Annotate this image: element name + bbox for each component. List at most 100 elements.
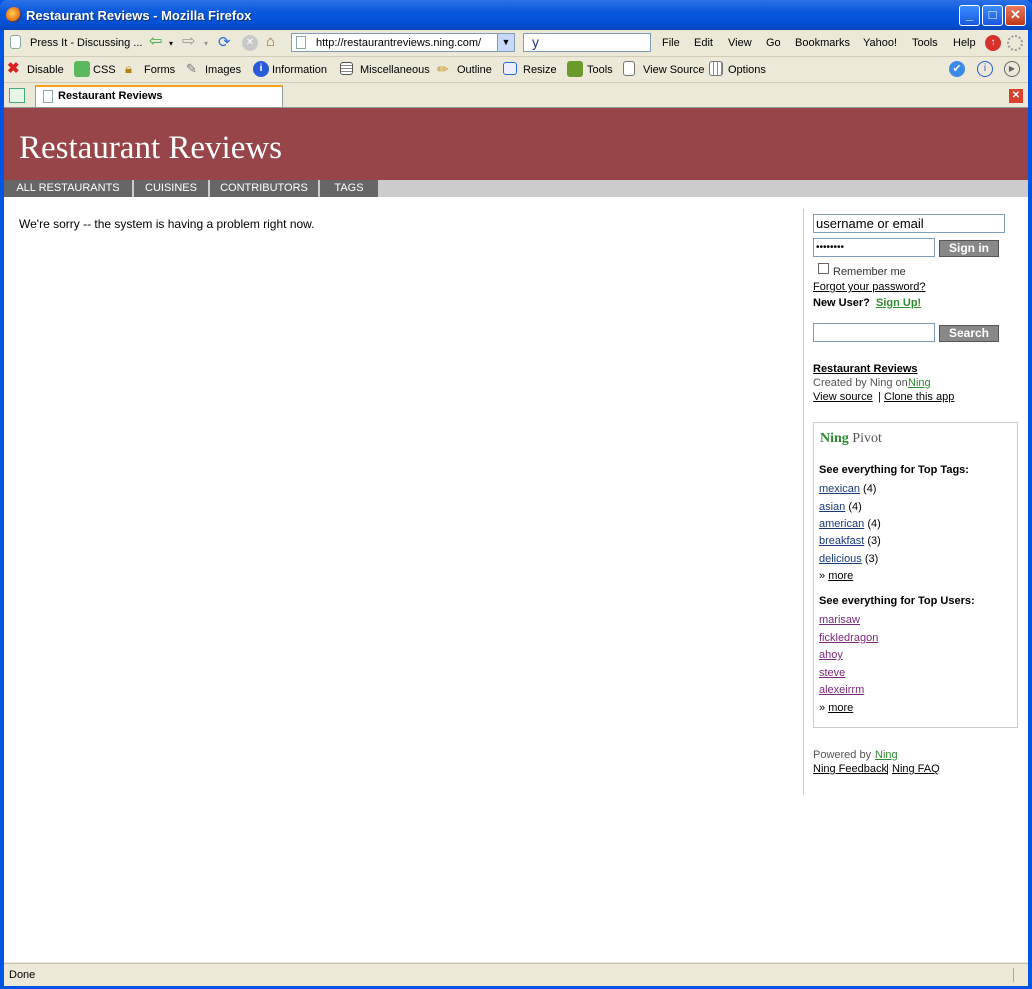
site-title[interactable]: Restaurant Reviews <box>19 130 282 167</box>
menu-file[interactable]: File <box>662 37 680 49</box>
forward-arrow-icon[interactable]: ⇨ <box>182 34 198 51</box>
nav-tags[interactable]: TAGS <box>320 180 380 197</box>
sign-in-button[interactable]: Sign in <box>939 240 999 257</box>
tag-item: asian (4) <box>819 501 862 513</box>
nav-cuisines[interactable]: CUISINES <box>134 180 210 197</box>
more-tags-link[interactable]: more <box>828 570 853 582</box>
tag-count: (4) <box>867 518 881 530</box>
url-dropdown-icon[interactable]: ▼ <box>497 34 514 51</box>
forgot-password-link[interactable]: Forgot your password? <box>813 281 926 293</box>
status-text: Done <box>9 969 36 981</box>
maximize-button[interactable]: □ <box>982 5 1003 26</box>
web-page: Restaurant Reviews ALL RESTAURANTS CUISI… <box>4 108 1028 962</box>
close-tab-icon[interactable]: ✕ <box>1009 89 1023 103</box>
dev-miscellaneous[interactable]: Miscellaneous <box>360 64 430 76</box>
user-link[interactable]: fickledragon <box>819 632 878 644</box>
resize-grip[interactable] <box>1013 968 1026 982</box>
dev-options[interactable]: Options <box>728 64 766 76</box>
browser-client: Press It - Discussing ... ⇦ ▾ ⇨ ▾ ⟳ ✕ ⌂ … <box>4 30 1028 986</box>
username-input[interactable] <box>813 214 1005 233</box>
user-link[interactable]: alexeirrm <box>819 684 864 696</box>
tab-label: Restaurant Reviews <box>58 90 163 102</box>
top-users-heading: See everything for Top Users: <box>819 595 975 607</box>
menu-help[interactable]: Help <box>953 37 976 49</box>
tag-link[interactable]: american <box>819 518 864 530</box>
page-icon <box>10 35 21 49</box>
url-bar[interactable]: http://restaurantreviews.ning.com/ ▼ <box>291 33 515 52</box>
tag-item: mexican (4) <box>819 483 876 495</box>
password-input[interactable] <box>813 238 935 257</box>
dev-view-source[interactable]: View Source <box>643 64 705 76</box>
dev-outline[interactable]: Outline <box>457 64 492 76</box>
tab-page-icon <box>43 90 53 103</box>
window-title: Restaurant Reviews - Mozilla Firefox <box>26 8 252 23</box>
browser-window: Restaurant Reviews - Mozilla Firefox _ □… <box>0 0 1032 989</box>
dev-forms[interactable]: Forms <box>144 64 175 76</box>
view-source-link[interactable]: View source <box>813 391 873 403</box>
status-bar: Done <box>4 963 1028 986</box>
home-icon[interactable]: ⌂ <box>266 34 282 50</box>
dev-information[interactable]: Information <box>272 64 327 76</box>
tag-link[interactable]: mexican <box>819 483 860 495</box>
search-input[interactable] <box>813 323 935 342</box>
tag-link[interactable]: delicious <box>819 553 862 565</box>
site-nav: ALL RESTAURANTS CUISINES CONTRIBUTORS TA… <box>4 180 1028 197</box>
ning-faq-link[interactable]: Ning FAQ <box>892 763 940 775</box>
url-text: http://restaurantreviews.ning.com/ <box>316 37 482 49</box>
nav-all-restaurants[interactable]: ALL RESTAURANTS <box>4 180 134 197</box>
app-name-link[interactable]: Restaurant Reviews <box>813 363 918 375</box>
throbber-icon <box>1007 35 1023 51</box>
menu-tools[interactable]: Tools <box>912 37 938 49</box>
menu-yahoo[interactable]: Yahoo! <box>863 37 897 49</box>
clone-app-link[interactable]: Clone this app <box>884 391 954 403</box>
new-tab-icon[interactable] <box>9 88 25 103</box>
user-link[interactable]: steve <box>819 667 845 679</box>
tag-item: breakfast (3) <box>819 535 881 547</box>
dev-css[interactable]: CSS <box>93 64 116 76</box>
menu-view[interactable]: View <box>728 37 752 49</box>
validate-check-icon[interactable]: ✔ <box>949 61 965 77</box>
tab-restaurant-reviews[interactable]: Restaurant Reviews <box>35 85 283 107</box>
sign-up-link[interactable]: Sign Up! <box>876 297 921 309</box>
search-button[interactable]: Search <box>939 325 999 342</box>
menu-edit[interactable]: Edit <box>694 37 713 49</box>
dev-images[interactable]: Images <box>205 64 241 76</box>
dev-disable[interactable]: Disable <box>27 64 64 76</box>
tag-link[interactable]: breakfast <box>819 535 864 547</box>
minimize-button[interactable]: _ <box>959 5 980 26</box>
title-bar[interactable]: Restaurant Reviews - Mozilla Firefox _ □… <box>0 0 1032 30</box>
nav-contributors[interactable]: CONTRIBUTORS <box>210 180 320 197</box>
lock-icon: 🔒︎ <box>125 61 132 76</box>
alert-icon[interactable]: ↑ <box>985 35 1001 51</box>
yahoo-search-icon[interactable]: y <box>532 34 539 50</box>
options-icon <box>709 61 723 76</box>
dev-resize[interactable]: Resize <box>523 64 557 76</box>
close-button[interactable]: ✕ <box>1005 5 1026 26</box>
powered-by-link[interactable]: Ning <box>875 749 898 761</box>
navigation-toolbar: Press It - Discussing ... ⇦ ▾ ⇨ ▾ ⟳ ✕ ⌂ … <box>4 30 1028 57</box>
error-message: We're sorry -- the system is having a pr… <box>19 217 315 231</box>
search-bar[interactable]: y <box>523 33 651 52</box>
sidebar-divider <box>803 209 804 795</box>
link-separator: | <box>878 391 881 403</box>
user-link[interactable]: marisaw <box>819 614 860 626</box>
tag-link[interactable]: asian <box>819 501 845 513</box>
more-users-link[interactable]: more <box>828 702 853 714</box>
menu-bookmarks[interactable]: Bookmarks <box>795 37 850 49</box>
dev-tools[interactable]: Tools <box>587 64 613 76</box>
created-on-link[interactable]: Ning <box>908 377 931 389</box>
reload-icon[interactable]: ⟳ <box>218 35 234 51</box>
images-icon: ✎ <box>186 61 197 76</box>
press-it-bookmark[interactable]: Press It - Discussing ... <box>30 37 142 49</box>
back-arrow-icon[interactable]: ⇦ <box>149 34 165 51</box>
ning-feedback-link[interactable]: Ning Feedback <box>813 763 887 775</box>
info-circle-icon[interactable]: i <box>977 61 993 77</box>
user-link[interactable]: ahoy <box>819 649 843 661</box>
stop-icon[interactable]: ✕ <box>242 35 258 51</box>
new-user-label: New User? <box>813 297 870 309</box>
tag-count: (3) <box>867 535 881 547</box>
firefox-icon <box>6 7 22 23</box>
menu-go[interactable]: Go <box>766 37 781 49</box>
remember-me-checkbox[interactable] <box>818 263 829 274</box>
play-icon[interactable]: ▶ <box>1004 61 1020 77</box>
